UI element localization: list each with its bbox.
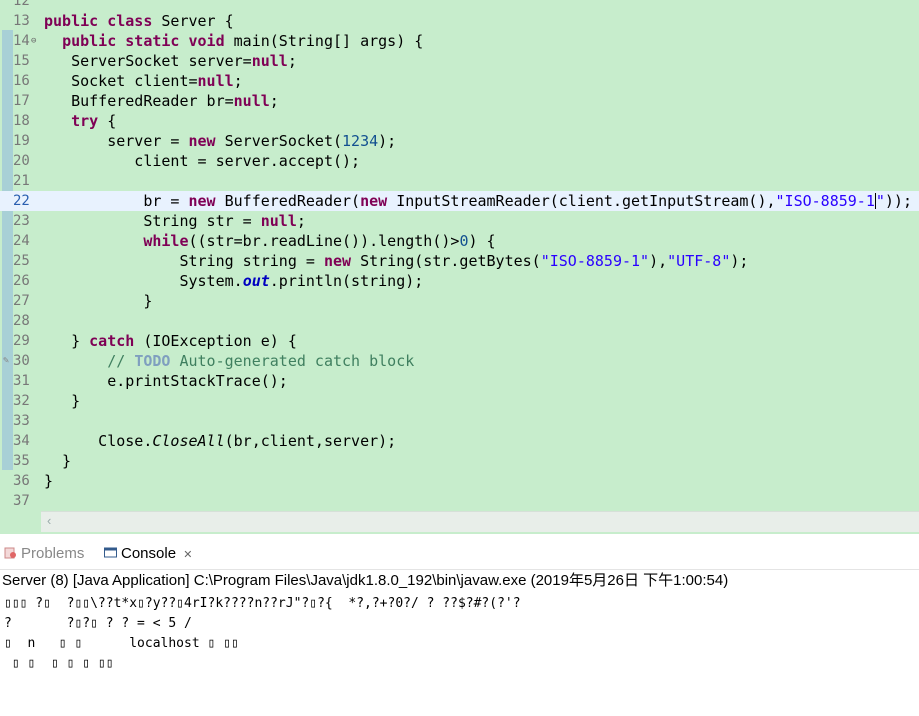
code-line[interactable]: 20 client = server.accept(); xyxy=(0,151,919,171)
code-line[interactable]: 13 public class Server { xyxy=(0,11,919,31)
code-line[interactable]: 27 } xyxy=(0,291,919,311)
line-number: 29 xyxy=(13,333,30,349)
code-line[interactable]: 16 Socket client=null; xyxy=(0,71,919,91)
line-number: 32 xyxy=(13,393,30,409)
line-number: 37 xyxy=(13,493,30,509)
line-number: 25 xyxy=(13,253,30,269)
code-line[interactable]: 31 e.printStackTrace(); xyxy=(0,371,919,391)
line-number: 30 xyxy=(13,353,30,369)
code-text: client = server.accept(); xyxy=(44,152,361,170)
horizontal-scrollbar[interactable]: ‹ xyxy=(41,511,919,532)
problems-icon xyxy=(4,538,17,559)
code-text: BufferedReader br=null; xyxy=(44,92,279,110)
code-line[interactable]: 29 } catch (IOException e) { xyxy=(0,331,919,351)
line-number: 27 xyxy=(13,293,30,309)
code-line[interactable]: 23 String str = null; xyxy=(0,211,919,231)
code-line[interactable]: 28 xyxy=(0,311,919,331)
line-number: 16 xyxy=(13,73,30,89)
line-number: 28 xyxy=(13,313,30,329)
code-text: public class Server { xyxy=(44,12,234,30)
code-line[interactable]: 17 BufferedReader br=null; xyxy=(0,91,919,111)
code-text: Socket client=null; xyxy=(44,72,243,90)
line-number: 33 xyxy=(13,413,30,429)
line-number: 34 xyxy=(13,433,30,449)
code-line[interactable]: 35 } xyxy=(0,451,919,471)
code-line[interactable]: 30 ✎ // TODO Auto-generated catch block xyxy=(0,351,919,371)
code-text: br = new BufferedReader(new InputStreamR… xyxy=(44,192,912,210)
line-number: 21 xyxy=(13,173,30,189)
code-text: } xyxy=(44,452,72,470)
bottom-panel-tabs: Problems Console ✕ xyxy=(0,537,919,570)
console-output-line: ▯ ▯ ▯ ▯ ▯ ▯▯ xyxy=(4,656,114,671)
code-line[interactable]: 37 xyxy=(0,491,919,511)
code-text: // TODO Auto-generated catch block xyxy=(107,352,415,370)
code-line[interactable]: 21 xyxy=(0,171,919,191)
tab-console-label: Console xyxy=(121,545,177,562)
line-number: 18 xyxy=(13,113,30,129)
code-line[interactable]: 34 Close.CloseAll(br,client,server); xyxy=(0,431,919,451)
close-icon[interactable]: ✕ xyxy=(183,549,192,561)
fold-toggle-icon[interactable]: ⊖ xyxy=(31,31,36,51)
scroll-left-icon[interactable]: ‹ xyxy=(47,513,51,528)
code-text: e.printStackTrace(); xyxy=(44,372,288,390)
console-output-line: ? ?▯?▯ ? ? = < 5 / xyxy=(4,616,192,631)
tab-problems[interactable]: Problems xyxy=(4,537,84,569)
line-number: 26 xyxy=(13,273,30,289)
code-text: public static void main(String[] args) { xyxy=(62,32,424,50)
code-text: } xyxy=(44,292,153,310)
code-line[interactable]: 32 } xyxy=(0,391,919,411)
line-number: 22 xyxy=(13,193,30,209)
code-text: System.out.println(string); xyxy=(44,272,424,290)
tab-console[interactable]: Console ✕ xyxy=(104,537,192,569)
code-editor[interactable]: 12 13 public class Server {14 ⊖ public stat… xyxy=(0,0,919,534)
code-line[interactable]: 25 String string = new String(str.getByt… xyxy=(0,251,919,271)
console-output-line: ▯▯▯ ?▯ ?▯▯\??t*x▯?y??▯4rI?k????n??rJ"?▯?… xyxy=(4,596,521,611)
line-number: 17 xyxy=(13,93,30,109)
console-output-line: ▯ n ▯ ▯ localhost ▯ ▯▯ xyxy=(4,636,239,651)
code-line[interactable]: 26 System.out.println(string); xyxy=(0,271,919,291)
console-output[interactable]: ▯▯▯ ?▯ ?▯▯\??t*x▯?y??▯4rI?k????n??rJ"?▯?… xyxy=(4,594,521,674)
line-number: 13 xyxy=(13,13,30,29)
tab-problems-label: Problems xyxy=(21,545,85,562)
line-number: 36 xyxy=(13,473,30,489)
code-text: } catch (IOException e) { xyxy=(44,332,297,350)
task-marker-icon: ✎ xyxy=(3,355,10,366)
code-line[interactable]: 14 ⊖ public static void main(String[] arg… xyxy=(0,31,919,51)
console-process-info: Server (8) [Java Application] C:\Program… xyxy=(2,572,729,589)
line-number: 12 xyxy=(13,0,30,9)
code-text: } xyxy=(44,392,81,410)
code-text: Close.CloseAll(br,client,server); xyxy=(44,432,397,450)
line-number: 15 xyxy=(13,53,30,69)
code-text: server = new ServerSocket(1234); xyxy=(44,132,397,150)
code-line[interactable]: 24 while((str=br.readLine()).length()>0)… xyxy=(0,231,919,251)
console-icon xyxy=(104,538,117,558)
code-line[interactable]: 19 server = new ServerSocket(1234); xyxy=(0,131,919,151)
line-number: 20 xyxy=(13,153,30,169)
code-text: String str = null; xyxy=(44,212,306,230)
line-number: 24 xyxy=(13,233,30,249)
line-number: 31 xyxy=(13,373,30,389)
code-line[interactable]: 12 xyxy=(0,0,919,11)
code-text: try { xyxy=(71,112,117,130)
code-text: ServerSocket server=null; xyxy=(44,52,297,70)
code-line[interactable]: 22 br = new BufferedReader(new InputStre… xyxy=(0,191,919,211)
code-line[interactable]: 15 ServerSocket server=null; xyxy=(0,51,919,71)
code-line[interactable]: 36} xyxy=(0,471,919,491)
line-number: 19 xyxy=(13,133,30,149)
line-number: 35 xyxy=(13,453,30,469)
line-number: 23 xyxy=(13,213,30,229)
code-text: String string = new String(str.getBytes(… xyxy=(44,252,749,270)
code-text: while((str=br.readLine()).length()>0) { xyxy=(143,232,496,250)
code-line[interactable]: 33 xyxy=(0,411,919,431)
code-line[interactable]: 18 try { xyxy=(0,111,919,131)
code-text: } xyxy=(44,472,54,490)
